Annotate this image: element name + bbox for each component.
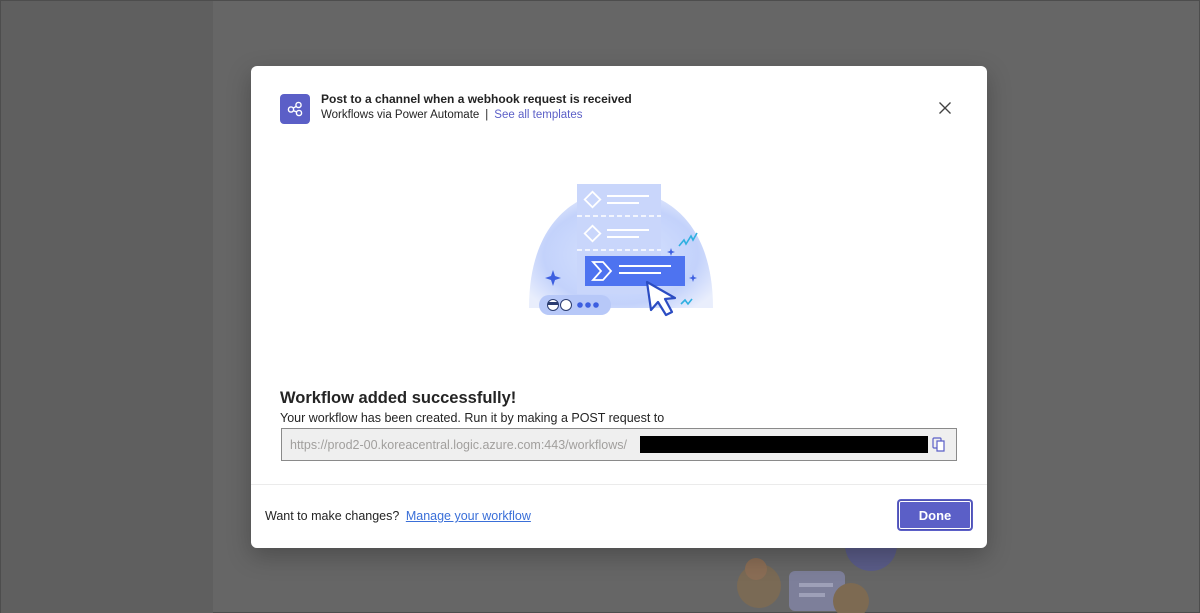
dialog-title: Post to a channel when a webhook request… [321, 92, 632, 106]
close-icon [939, 102, 951, 114]
url-redaction-bar [640, 436, 928, 453]
footer-prompt: Want to make changes? Manage your workfl… [265, 509, 531, 523]
close-button[interactable] [933, 96, 957, 120]
background-left-rail [1, 1, 213, 613]
subtitle-separator: | [485, 109, 489, 121]
webhook-url-field[interactable]: https://prod2-00.koreacentral.logic.azur… [281, 428, 957, 461]
dialog-header: Post to a channel when a webhook request… [280, 92, 957, 128]
webhook-url-text[interactable]: https://prod2-00.koreacentral.logic.azur… [290, 438, 627, 452]
share-nodes-icon [280, 94, 310, 124]
copy-url-button[interactable] [930, 435, 948, 453]
success-title: Workflow added successfully! [280, 389, 517, 407]
dialog-footer: Want to make changes? Manage your workfl… [251, 484, 987, 548]
done-button[interactable]: Done [898, 500, 972, 530]
see-all-templates-link[interactable]: See all templates [494, 109, 582, 121]
success-description: Your workflow has been created. Run it b… [280, 411, 665, 425]
subtitle-source: Workflows via Power Automate [321, 109, 480, 121]
manage-workflow-link[interactable]: Manage your workflow [406, 509, 531, 523]
footer-prompt-text: Want to make changes? [265, 509, 400, 523]
workflow-illustration [529, 184, 713, 317]
copy-icon [932, 436, 945, 452]
dialog-subtitle: Workflows via Power Automate | See all tem… [321, 109, 583, 121]
workflow-dialog: Post to a channel when a webhook request… [251, 66, 987, 548]
